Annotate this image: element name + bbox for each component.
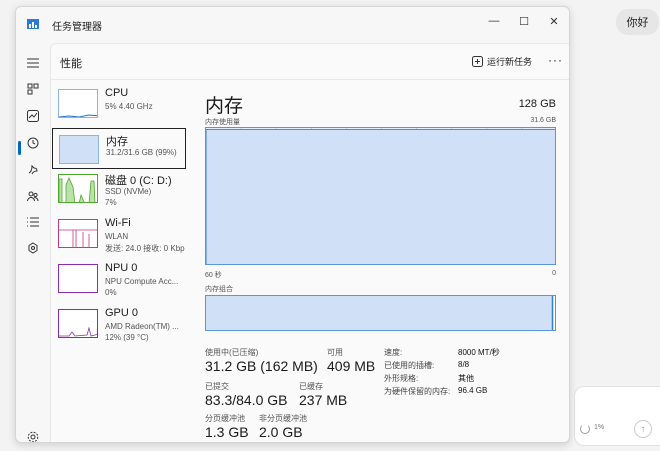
paged-pool-value: 1.3 GB xyxy=(205,424,249,440)
device-detail: 31.2/31.6 GB (99%) xyxy=(106,148,177,157)
task-manager-app-icon xyxy=(27,19,39,29)
device-detail: 5% 4.40 GHz xyxy=(105,102,153,111)
nonpaged-pool-label: 非分页缓冲池 xyxy=(259,414,307,423)
progress-percent: 1% xyxy=(594,424,605,431)
memory-usage-chart xyxy=(205,127,556,265)
device-thumbnail-disk xyxy=(58,174,98,203)
device-name: GPU 0 xyxy=(105,307,139,319)
run-new-task-label: 运行新任务 xyxy=(487,57,533,67)
cached-label: 已缓存 xyxy=(299,382,323,391)
startup-icon[interactable] xyxy=(23,159,43,179)
performance-icon[interactable] xyxy=(23,106,43,126)
info-value: 8/8 xyxy=(458,360,470,369)
more-options-button[interactable]: ··· xyxy=(548,53,563,67)
send-button[interactable]: ↑ xyxy=(634,420,652,438)
detail-title: 内存 xyxy=(205,96,244,117)
chat-bubble: 你好 xyxy=(616,9,659,35)
device-item-npu[interactable]: NPU 0 NPU Compute Acc... 0% xyxy=(52,258,186,299)
memory-composition-bar xyxy=(205,295,556,331)
cached-value: 237 MB xyxy=(299,392,348,408)
device-name: NPU 0 xyxy=(105,262,138,274)
device-thumbnail-gpu xyxy=(58,309,98,338)
nav-active-indicator xyxy=(18,141,21,155)
device-thumbnail-cpu xyxy=(58,89,98,118)
nav-rail xyxy=(16,43,50,442)
device-detail-2: 12% (39 °C) xyxy=(105,333,149,342)
close-button[interactable]: ✕ xyxy=(539,10,569,32)
history-icon[interactable] xyxy=(23,133,43,153)
info-key: 外形规格: xyxy=(384,374,419,383)
info-key: 已使用的插槽: xyxy=(384,361,435,370)
device-thumbnail-npu xyxy=(58,264,98,293)
device-detail-2: 0% xyxy=(105,288,117,297)
memory-total: 128 GB xyxy=(518,98,556,110)
device-item-wifi[interactable]: Wi-Fi WLAN 发送: 24.0 接收: 0 Kbp xyxy=(52,213,186,254)
composition-label: 内存组合 xyxy=(205,286,233,293)
device-detail: AMD Radeon(TM) ... xyxy=(105,322,179,331)
info-value: 96.4 GB xyxy=(458,386,488,395)
device-detail: NPU Compute Acc... xyxy=(105,277,179,286)
available-label: 可用 xyxy=(327,348,343,357)
committed-value: 83.3/84.0 GB xyxy=(205,392,288,408)
title-bar: 任务管理器 — ☐ ✕ xyxy=(16,7,569,43)
usage-chart-max: 31.6 GB xyxy=(530,117,556,124)
run-new-task-button[interactable]: 运行新任务 xyxy=(472,55,532,68)
usage-chart-label: 内存使用量 xyxy=(205,119,240,126)
info-key: 为硬件保留的内存: xyxy=(384,387,451,396)
run-task-icon xyxy=(472,56,483,67)
page-header: 性能 运行新任务 ··· xyxy=(51,44,569,80)
device-thumbnail-wifi xyxy=(58,219,98,248)
device-thumbnail-memory xyxy=(59,135,99,164)
device-item-disk[interactable]: 磁盘 0 (C: D:) SSD (NVMe) 7% xyxy=(52,168,186,209)
device-detail: SSD (NVMe) xyxy=(105,187,152,196)
in-use-value: 31.2 GB (162 MB) xyxy=(205,358,318,374)
device-item-gpu[interactable]: GPU 0 AMD Radeon(TM) ... 12% (39 °C) xyxy=(52,303,186,344)
info-value: 8000 MT/秒 xyxy=(458,348,500,357)
menu-icon[interactable] xyxy=(23,53,43,73)
settings-icon[interactable] xyxy=(23,427,43,442)
details-icon[interactable] xyxy=(23,212,43,232)
users-icon[interactable] xyxy=(23,186,43,206)
services-icon[interactable] xyxy=(23,238,43,258)
device-detail: WLAN xyxy=(105,232,129,241)
page-title: 性能 xyxy=(60,58,82,70)
minimize-button[interactable]: — xyxy=(479,10,509,32)
device-detail-2: 7% xyxy=(105,198,117,207)
device-item-cpu[interactable]: CPU 5% 4.40 GHz xyxy=(52,83,186,124)
memory-detail-panel: 内存 128 GB 内存使用量 31.6 GB 60 秒 0 内存组合 使用中(… xyxy=(205,81,569,442)
info-key: 速度: xyxy=(384,348,403,357)
nonpaged-pool-value: 2.0 GB xyxy=(259,424,303,440)
axis-label-right: 0 xyxy=(552,270,556,277)
axis-label-left: 60 秒 xyxy=(205,272,222,279)
device-name: 磁盘 0 (C: D:) xyxy=(105,175,172,187)
device-detail-2: 发送: 24.0 接收: 0 Kbp xyxy=(105,244,185,253)
processes-icon[interactable] xyxy=(23,79,43,99)
main-panel: 性能 运行新任务 ··· CPU 5% 4.40 GHz 内存 31.2/31.… xyxy=(50,43,569,442)
device-item-memory[interactable]: 内存 31.2/31.6 GB (99%) xyxy=(52,128,186,169)
memory-usage-area xyxy=(206,128,555,264)
device-name: 内存 xyxy=(106,136,128,148)
available-value: 409 MB xyxy=(327,358,376,374)
device-name: CPU xyxy=(105,87,129,99)
device-name: Wi-Fi xyxy=(105,217,131,229)
task-manager-window: 任务管理器 — ☐ ✕ 性能 运行新任务 ··· CPU 5% 4.40 GHz… xyxy=(15,6,570,443)
composition-in-use xyxy=(206,296,554,330)
in-use-label: 使用中(已压缩) xyxy=(205,348,259,357)
maximize-button[interactable]: ☐ xyxy=(509,10,539,32)
paged-pool-label: 分页缓冲池 xyxy=(205,414,245,423)
progress-ring-icon xyxy=(580,424,590,434)
info-value: 其他 xyxy=(458,374,474,383)
window-title: 任务管理器 xyxy=(52,22,102,33)
committed-label: 已提交 xyxy=(205,382,229,391)
